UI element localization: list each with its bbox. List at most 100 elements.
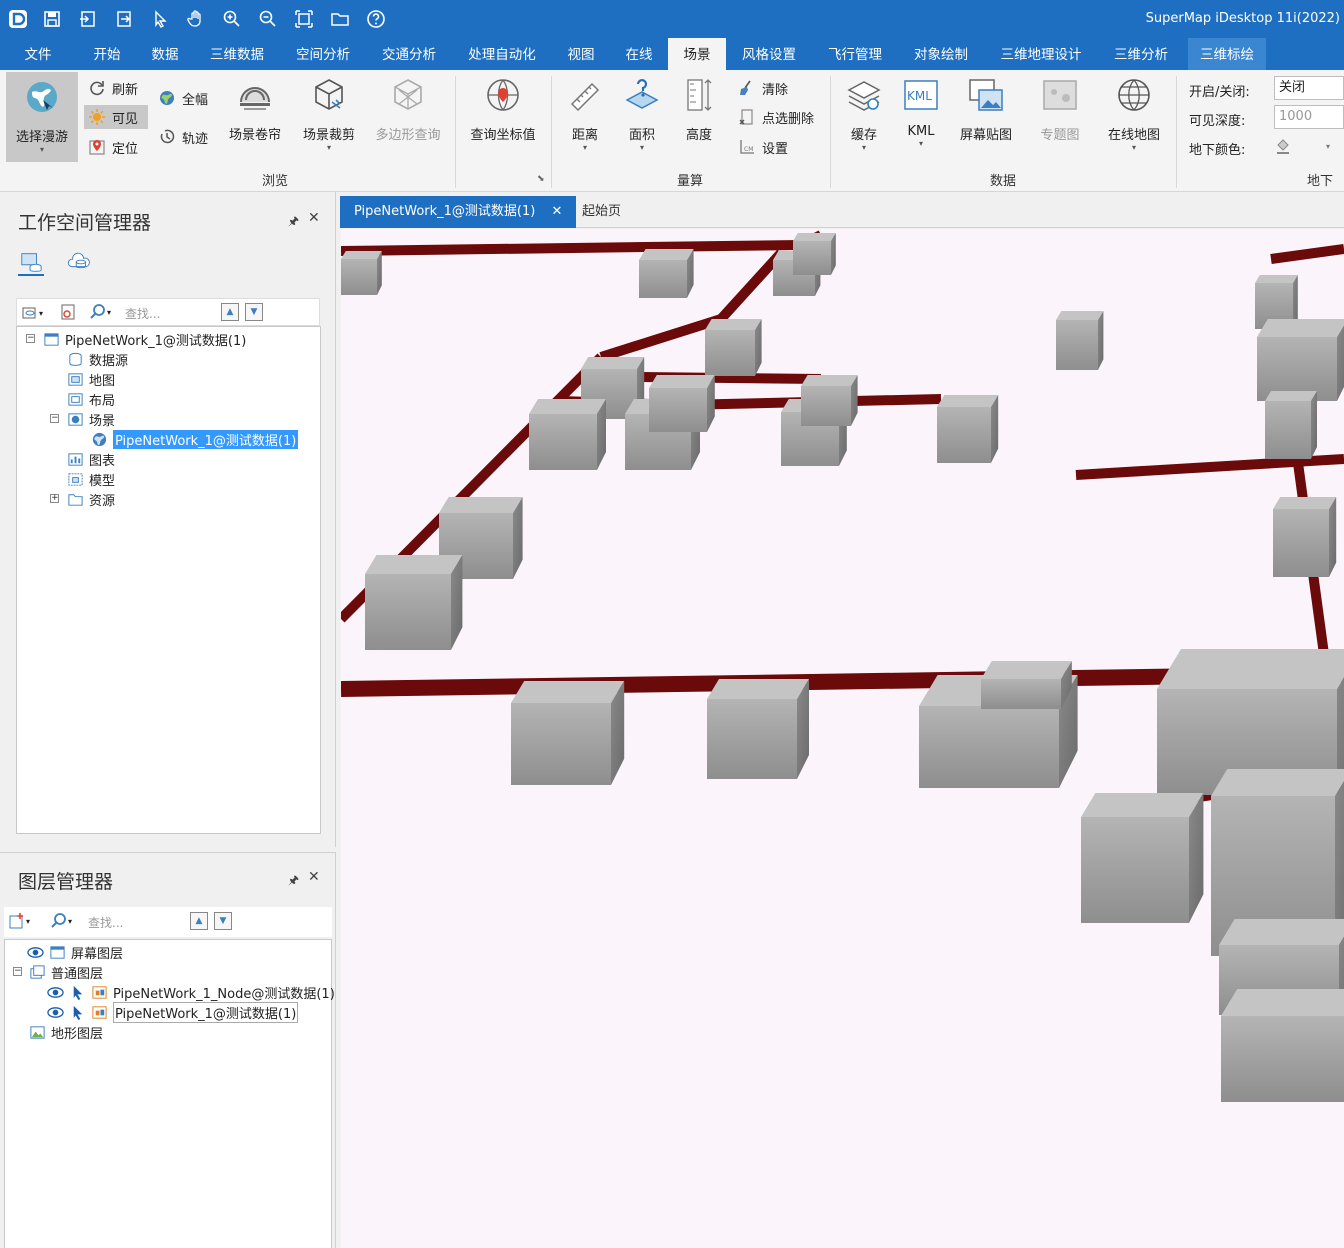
layer-search-input[interactable]: 查找...	[88, 914, 178, 931]
search-icon[interactable]: ▾	[50, 912, 72, 930]
selectable-arrow-icon[interactable]	[69, 984, 86, 1001]
pan-hand-icon[interactable]	[184, 7, 208, 31]
clear-button[interactable]: 清除	[738, 76, 788, 100]
open-folder-icon[interactable]	[328, 7, 352, 31]
thematic-map-button[interactable]: 专题图	[1034, 76, 1086, 143]
browse-dialog-launcher-icon[interactable]: ⬊	[537, 174, 545, 184]
tree-node-datasource[interactable]: 数据源	[67, 349, 128, 369]
tree-node-chart[interactable]: 图表	[67, 449, 115, 469]
layer-node-pipenetwork[interactable]: PipeNetWork_1@测试数据(1)	[47, 1001, 299, 1023]
eye-icon[interactable]	[47, 1004, 64, 1021]
help-icon[interactable]	[364, 7, 388, 31]
underground-color-picker[interactable]: ▾	[1274, 134, 1344, 158]
app-logo-icon[interactable]	[6, 7, 30, 31]
track-button[interactable]: 轨迹	[158, 125, 208, 149]
query-coordinate-button[interactable]: 查询坐标值	[462, 76, 544, 143]
layer-node-terrain[interactable]: 地形图层	[29, 1022, 103, 1042]
distance-button[interactable]: 距离 ▾	[560, 76, 610, 153]
tab-3d-analysis[interactable]: 三维分析	[1102, 38, 1180, 70]
tab-3d-geo-design[interactable]: 三维地理设计	[988, 38, 1094, 70]
tab-spatial-analysis[interactable]: 空间分析	[284, 38, 362, 70]
search-icon[interactable]: ▾	[89, 303, 111, 321]
tab-view[interactable]: 视图	[556, 38, 606, 70]
polygon-query-button[interactable]: 多边形查询	[370, 76, 446, 143]
window-title: SuperMap iDesktop 11i(2022)	[1145, 11, 1340, 26]
zoom-out-icon[interactable]	[256, 7, 280, 31]
cloud-database-icon[interactable]	[66, 250, 92, 276]
layer-node-screen[interactable]: 屏幕图层	[27, 942, 123, 962]
refresh-button[interactable]: 刷新	[88, 76, 138, 100]
close-icon[interactable]: ✕	[308, 869, 320, 885]
selectable-arrow-icon[interactable]	[69, 1004, 86, 1021]
close-icon[interactable]: ✕	[308, 210, 320, 226]
tab-scene[interactable]: 场景	[668, 38, 726, 70]
tab-start[interactable]: 开始	[78, 38, 136, 70]
eye-icon[interactable]	[27, 944, 44, 961]
point-delete-button[interactable]: 点选删除	[738, 105, 814, 129]
tab-data[interactable]: 数据	[138, 38, 192, 70]
add-layer-icon[interactable]: ▾	[8, 912, 30, 930]
tree-node-resource[interactable]: 资源	[67, 489, 115, 509]
visible-button[interactable]: 可见	[84, 105, 148, 129]
tab-start-page[interactable]: 起始页	[568, 196, 635, 228]
layer-node-normal[interactable]: 普通图层	[29, 962, 103, 982]
select-arrow-icon[interactable]	[148, 7, 172, 31]
online-map-button[interactable]: 在线地图 ▾	[1100, 76, 1168, 153]
import-icon[interactable]	[76, 7, 100, 31]
full-extent-icon[interactable]	[292, 7, 316, 31]
tree-node-workspace[interactable]: PipeNetWork_1@测试数据(1)	[43, 329, 246, 349]
scene-viewport[interactable]	[341, 229, 1344, 1248]
properties-icon[interactable]	[59, 303, 77, 325]
pipe-network-scene[interactable]	[341, 229, 1344, 1248]
visible-depth-input[interactable]: 1000	[1274, 105, 1344, 129]
workspace-search-input[interactable]: 查找...	[125, 305, 215, 322]
screen-paste-button[interactable]: 屏幕贴图	[952, 76, 1020, 143]
eye-icon[interactable]	[47, 984, 64, 1001]
scene-shutter-button[interactable]: 场景卷帘	[222, 76, 288, 143]
scene-clip-button[interactable]: 场景裁剪 ▾	[296, 76, 362, 153]
kml-button[interactable]: KML KML ▾	[896, 76, 946, 149]
close-tab-icon[interactable]: ✕	[551, 204, 562, 219]
underground-toggle-select[interactable]: 关闭	[1274, 76, 1344, 100]
pin-icon[interactable]: 🖈	[288, 871, 299, 892]
expand-resource-icon[interactable]: +	[50, 494, 59, 503]
area-button[interactable]: 面积 ▾	[617, 76, 667, 153]
zoom-in-icon[interactable]	[220, 7, 244, 31]
tree-node-map[interactable]: 地图	[67, 369, 115, 389]
expand-scene-icon[interactable]: −	[50, 414, 59, 423]
tab-traffic-analysis[interactable]: 交通分析	[370, 38, 448, 70]
tab-flight[interactable]: 飞行管理	[816, 38, 894, 70]
tab-scene-document[interactable]: PipeNetWork_1@测试数据(1) ✕	[340, 196, 577, 228]
full-extent-button[interactable]: 全幅	[158, 86, 208, 110]
tab-automation[interactable]: 处理自动化	[456, 38, 548, 70]
export-icon[interactable]	[112, 7, 136, 31]
select-roam-button[interactable]: 选择漫游 ▾	[6, 72, 78, 162]
locate-button[interactable]: 定位	[88, 135, 138, 159]
pipe-node-cube	[1056, 311, 1104, 370]
height-button[interactable]: 高度	[674, 76, 724, 143]
pin-icon[interactable]: 🖈	[288, 212, 299, 233]
tab-style[interactable]: 风格设置	[730, 38, 808, 70]
tab-online[interactable]: 在线	[614, 38, 664, 70]
tab-3d-plotting[interactable]: 三维标绘	[1188, 38, 1266, 70]
tab-object-draw[interactable]: 对象绘制	[902, 38, 980, 70]
globe-icon	[160, 91, 174, 105]
tab-file[interactable]: 文件	[8, 38, 68, 70]
tree-node-scene-item[interactable]: PipeNetWork_1@测试数据(1)	[91, 429, 299, 449]
move-up-icon[interactable]: ▲	[190, 912, 208, 930]
move-up-icon[interactable]: ▲	[221, 303, 239, 321]
tree-node-scene[interactable]: 场景	[67, 409, 115, 429]
tree-node-layout[interactable]: 布局	[67, 389, 115, 409]
workspace-options-icon[interactable]: ▾	[21, 303, 49, 323]
cache-button[interactable]: 缓存 ▾	[838, 76, 890, 153]
move-down-icon[interactable]: ▼	[245, 303, 263, 321]
expand-root-icon[interactable]: −	[26, 334, 35, 343]
measure-settings-button[interactable]: CM 设置	[738, 135, 788, 159]
move-down-icon[interactable]: ▼	[214, 912, 232, 930]
tab-3d-data[interactable]: 三维数据	[198, 38, 276, 70]
expand-normal-layer-icon[interactable]: −	[13, 967, 22, 976]
layer-node-pipenetwork-node[interactable]: PipeNetWork_1_Node@测试数据(1)	[47, 982, 335, 1002]
workspace-view-icon[interactable]	[18, 250, 44, 276]
tree-node-model[interactable]: 模型	[67, 469, 115, 489]
save-icon[interactable]	[40, 7, 64, 31]
